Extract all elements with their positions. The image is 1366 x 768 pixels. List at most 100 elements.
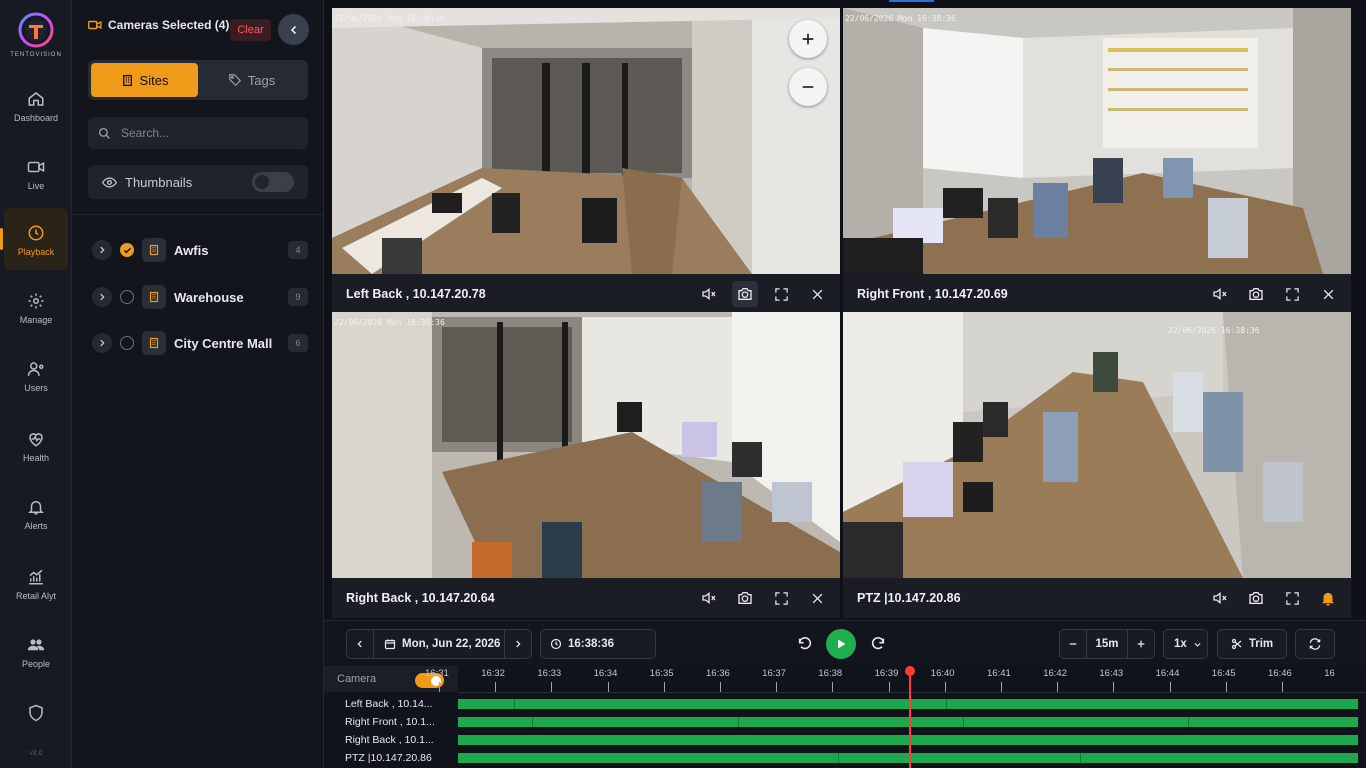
speed-select[interactable]: 1x: [1163, 629, 1208, 659]
recording-track[interactable]: [458, 699, 1358, 709]
nav-security[interactable]: [0, 704, 72, 740]
fullscreen-button[interactable]: [1279, 281, 1305, 307]
fullscreen-icon: [774, 287, 788, 301]
recording-track[interactable]: [458, 735, 1358, 745]
alert-bell-button[interactable]: [1315, 585, 1341, 611]
tick-label: 16:43: [1099, 668, 1124, 679]
nav-label: Users: [24, 383, 48, 393]
expand-site-button[interactable]: [92, 333, 112, 353]
snapshot-button[interactable]: [732, 281, 758, 307]
sync-icon: [1309, 638, 1321, 650]
snapshot-button[interactable]: [1243, 585, 1269, 611]
camera-tile[interactable]: 22/06/2026 Mon 16:38:36 Right Front , 10…: [843, 8, 1351, 314]
sync-button[interactable]: [1295, 629, 1335, 659]
timeline-zoom-out-button[interactable]: [1060, 639, 1086, 649]
close-tile-button[interactable]: [804, 281, 830, 307]
nav-health[interactable]: Health: [0, 430, 72, 492]
camera-feed[interactable]: 22/06/2026 Mon 16:38:36: [332, 8, 840, 274]
fullscreen-button[interactable]: [768, 585, 794, 611]
timeline-zoom-in-button[interactable]: [1128, 639, 1154, 649]
site-row-warehouse[interactable]: Warehouse 9: [88, 282, 308, 312]
fullscreen-button[interactable]: [768, 281, 794, 307]
nav-dashboard[interactable]: Dashboard: [0, 90, 72, 152]
nav-users[interactable]: Users: [0, 360, 72, 422]
site-camera-count: 6: [288, 334, 308, 352]
tab-tags[interactable]: Tags: [198, 63, 305, 97]
mute-button[interactable]: [1207, 585, 1233, 611]
forward-button[interactable]: [867, 633, 889, 655]
plus-icon: [802, 33, 814, 45]
timeline-row-label: Right Back , 10.1...: [345, 734, 434, 746]
zoom-in-button[interactable]: [789, 20, 827, 58]
camera-icon: [1249, 592, 1263, 604]
site-row-city-centre-mall[interactable]: City Centre Mall 6: [88, 328, 308, 358]
camera-tile[interactable]: 22/06/2026 16:38:36 PTZ |10.147.20.86: [843, 312, 1351, 618]
camera-feed[interactable]: 22/06/2026 16:38:36: [843, 312, 1351, 578]
camera-toolbar: Right Front , 10.147.20.69: [843, 274, 1351, 314]
nav-alerts[interactable]: Alerts: [0, 498, 72, 560]
camera-selection-panel: Cameras Selected (4) Clear Sites Tags Th…: [72, 0, 324, 768]
search-input[interactable]: [121, 126, 291, 140]
site-row-awfis[interactable]: Awfis 4: [88, 235, 308, 265]
gear-icon: [28, 293, 44, 309]
nav-label: People: [21, 659, 51, 669]
mute-button[interactable]: [696, 585, 722, 611]
close-tile-button[interactable]: [804, 585, 830, 611]
mute-button[interactable]: [696, 281, 722, 307]
tab-tags-label: Tags: [247, 72, 276, 88]
nav-manage[interactable]: Manage: [0, 292, 72, 354]
fullscreen-button[interactable]: [1279, 585, 1305, 611]
close-tile-button[interactable]: [1315, 281, 1341, 307]
tick-label: 16:39: [874, 668, 899, 679]
collapse-panel-button[interactable]: [278, 14, 309, 45]
expand-site-button[interactable]: [92, 240, 112, 260]
timestamp-overlay: 22/06/2026 Mon 16:38:36: [334, 14, 445, 23]
next-day-button[interactable]: [505, 639, 531, 649]
nav-retail-analytics[interactable]: Retail Alyt: [0, 568, 72, 630]
time-label: 16:38:36: [568, 638, 615, 650]
site-checkbox[interactable]: [120, 336, 134, 350]
plus-icon: [1137, 640, 1145, 648]
time-picker[interactable]: 16:38:36: [540, 629, 656, 659]
nav-label: Manage: [19, 315, 53, 325]
snapshot-button[interactable]: [732, 585, 758, 611]
tab-sites[interactable]: Sites: [91, 63, 198, 97]
chevron-left-icon: [357, 640, 362, 648]
trim-button[interactable]: Trim: [1217, 629, 1287, 659]
mute-button[interactable]: [1207, 281, 1233, 307]
date-picker[interactable]: Mon, Jun 22, 2026: [374, 638, 504, 650]
nav-label: Health: [22, 453, 49, 463]
camera-tile[interactable]: 22/06/2026 Mon 16:38:36 Right Back , 10.…: [332, 312, 840, 618]
expand-site-button[interactable]: [92, 287, 112, 307]
recording-track[interactable]: [458, 753, 1358, 763]
play-button[interactable]: [826, 629, 856, 659]
camera-feed[interactable]: 22/06/2026 Mon 16:38:36: [332, 312, 840, 578]
tick-label: 16:40: [930, 668, 955, 679]
cameras-selected-header: Cameras Selected (4): [88, 18, 229, 32]
site-checkbox[interactable]: [120, 290, 134, 304]
rotate-ccw-icon: [798, 637, 812, 650]
track-gap: [514, 699, 515, 709]
snapshot-button[interactable]: [1243, 281, 1269, 307]
playhead[interactable]: [905, 666, 915, 768]
timeline[interactable]: Camera 16:31 16:32 16:33 16:34 16:35 16:36 16:…: [324, 666, 1366, 768]
zoom-out-button[interactable]: [789, 68, 827, 106]
calendar-icon: [384, 639, 396, 650]
tick-label: 16: [1324, 668, 1335, 679]
track-gap: [532, 717, 533, 727]
prev-day-button[interactable]: [347, 639, 373, 649]
clear-button[interactable]: Clear: [230, 19, 271, 41]
timestamp-overlay: 22/06/2026 Mon 16:38:36: [845, 14, 956, 23]
thumbnails-toggle[interactable]: [252, 172, 294, 192]
rewind-button[interactable]: [794, 633, 816, 655]
thumbnails-label: Thumbnails: [125, 174, 193, 190]
camera-tile[interactable]: 22/06/2026 Mon 16:38:36 Left Back , 10.1…: [332, 8, 840, 314]
timeline-row-label: Right Front , 10.1...: [345, 716, 435, 728]
nav-people[interactable]: People: [0, 636, 72, 698]
recording-track[interactable]: [458, 717, 1358, 727]
camera-feed[interactable]: 22/06/2026 Mon 16:38:36: [843, 8, 1351, 274]
search-icon: [98, 127, 110, 139]
nav-playback[interactable]: Playback: [0, 208, 68, 270]
site-checkbox[interactable]: [120, 243, 134, 257]
camera-column-label: Camera: [337, 673, 377, 685]
